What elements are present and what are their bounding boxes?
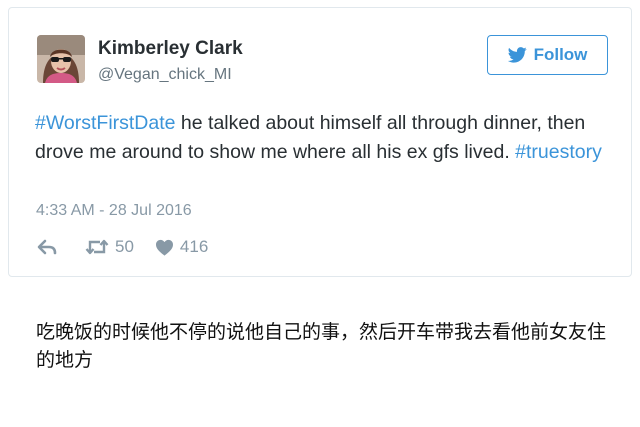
hashtag-truestory[interactable]: #truestory — [515, 141, 602, 163]
tweet-card: Kimberley Clark @Vegan_chick_MI Follow #… — [8, 7, 632, 277]
tweet-actions: 50 416 — [37, 236, 208, 258]
tweet-text: #WorstFirstDate he talked about himself … — [35, 109, 625, 167]
like-button[interactable]: 416 — [155, 237, 208, 257]
reply-icon — [37, 239, 57, 255]
reply-button[interactable] — [37, 239, 57, 255]
retweet-icon — [85, 239, 109, 255]
chinese-translation: 吃晚饭的时候他不停的说他自己的事，然后开车带我去看他前女友住的地方 — [36, 321, 607, 371]
like-count: 416 — [179, 237, 209, 256]
retweet-count: 50 — [115, 237, 134, 256]
user-handle[interactable]: @Vegan_chick_MI — [98, 66, 232, 84]
tweet-timestamp[interactable]: 4:33 AM - 28 Jul 2016 — [36, 202, 192, 220]
retweet-button[interactable]: 50 — [85, 237, 134, 257]
follow-label: Follow — [533, 45, 588, 64]
hashtag-worstfirstdate[interactable]: #WorstFirstDate — [35, 112, 176, 134]
twitter-bird-icon — [507, 47, 527, 63]
avatar[interactable] — [37, 35, 85, 83]
display-name[interactable]: Kimberley Clark — [98, 38, 243, 60]
profile-photo-icon — [37, 35, 85, 83]
heart-icon — [155, 239, 173, 256]
follow-button[interactable]: Follow — [487, 35, 608, 75]
